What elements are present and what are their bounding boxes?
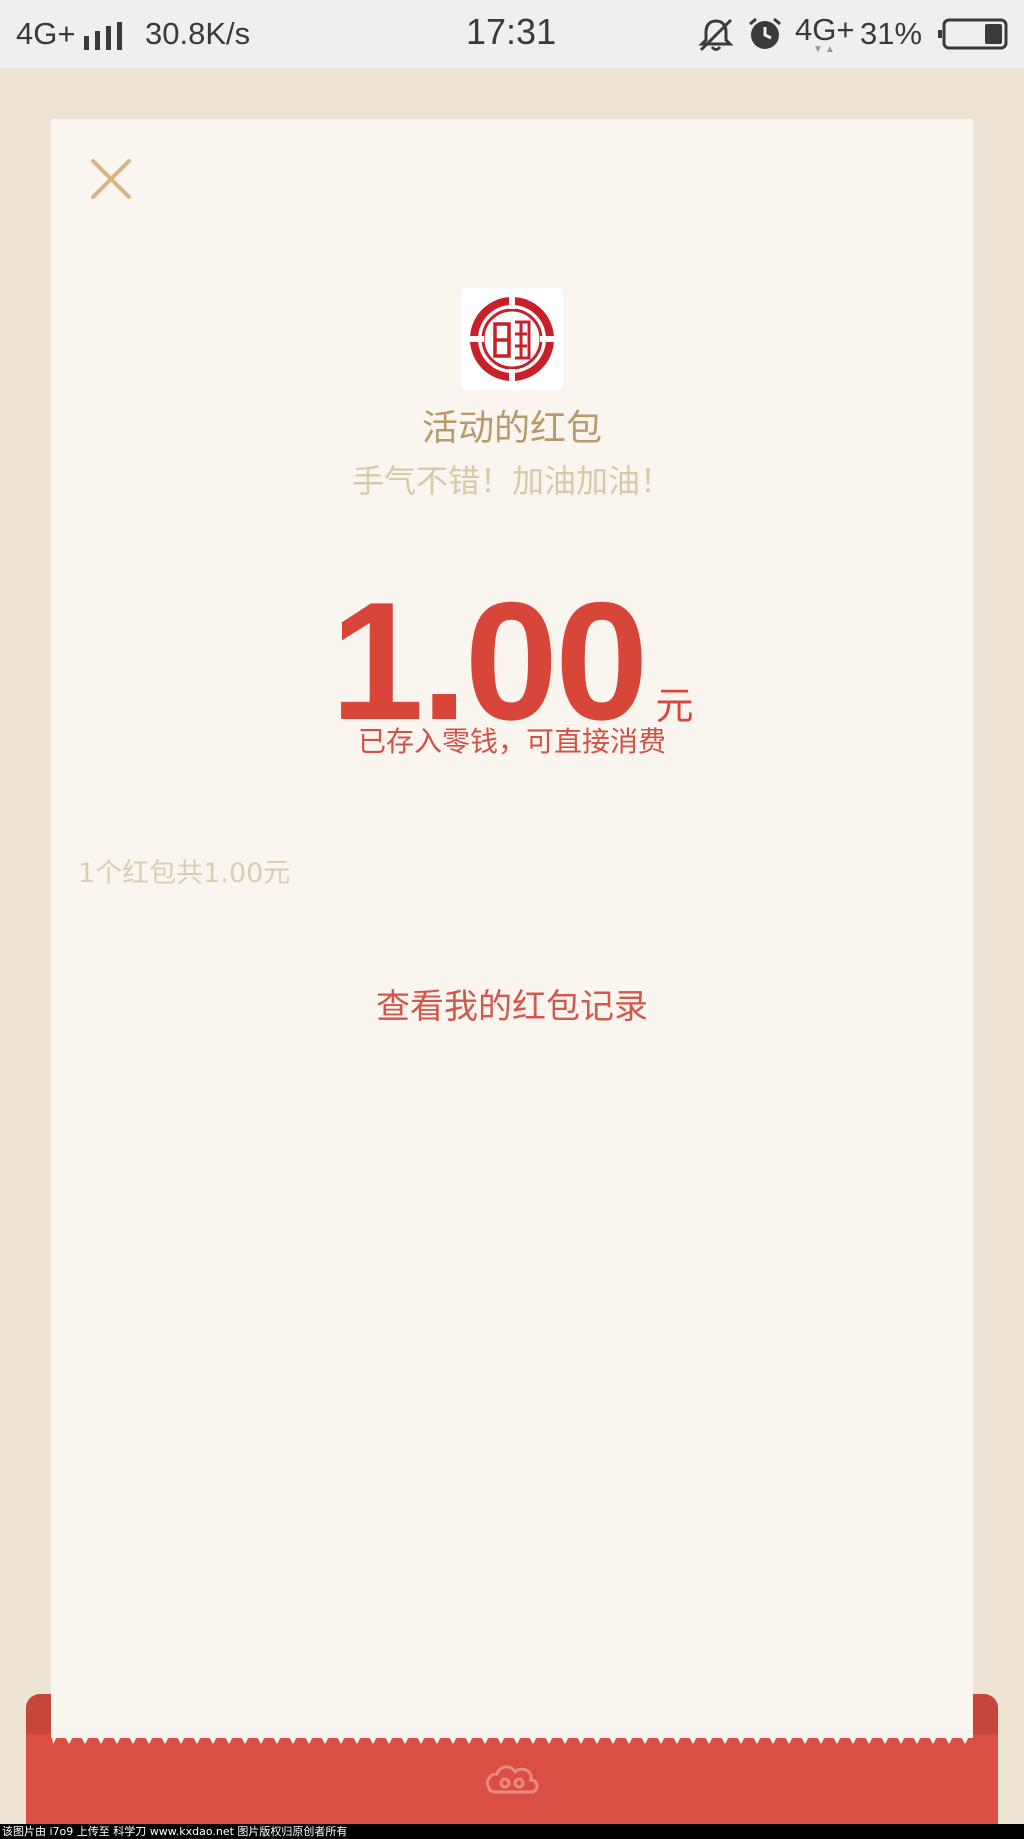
envelope-edge-left bbox=[26, 1694, 51, 1734]
network-type-left: 4G+ bbox=[16, 16, 76, 51]
view-records-link[interactable]: 查看我的红包记录 bbox=[51, 985, 973, 1029]
saved-to-wallet-note: 已存入零钱，可直接消费 bbox=[357, 725, 666, 758]
signal-icon bbox=[84, 22, 122, 50]
network-speed: 30.8K/s bbox=[145, 16, 251, 51]
status-bar: 4G+ 30.8K/s 17:31 4G+ ▼▲ 31% bbox=[0, 0, 1024, 68]
watermark-strip: 该图片由 i7o9 上传至 科学刀 www.kxdao.net 图片版权归原创者… bbox=[0, 1824, 1024, 1839]
currency-unit: 元 bbox=[655, 684, 694, 728]
battery-icon bbox=[938, 18, 1008, 50]
sender-name: 活动的红包 bbox=[421, 408, 602, 449]
alarm-icon bbox=[749, 17, 781, 49]
wish-message: 手气不错！加油加油！ bbox=[351, 462, 672, 500]
red-packet-detail-card: 活动的红包 手气不错！加油加油！ 1.00 元 已存入零钱，可直接消费 1个红包共… bbox=[51, 119, 973, 1739]
clock: 17:31 bbox=[466, 11, 557, 52]
seal-logo-icon bbox=[470, 297, 554, 381]
data-activity-icon: ▼▲ bbox=[813, 44, 837, 55]
zigzag-edge bbox=[51, 1730, 973, 1744]
bell-off-icon bbox=[698, 18, 734, 52]
packet-summary: 1个红包共1.00元 bbox=[78, 858, 291, 889]
sender-avatar bbox=[461, 288, 563, 390]
cloud-emblem-icon bbox=[485, 1765, 539, 1794]
envelope-edge-right bbox=[973, 1694, 998, 1734]
battery-percent: 31% bbox=[860, 16, 923, 51]
close-icon[interactable] bbox=[87, 155, 135, 203]
